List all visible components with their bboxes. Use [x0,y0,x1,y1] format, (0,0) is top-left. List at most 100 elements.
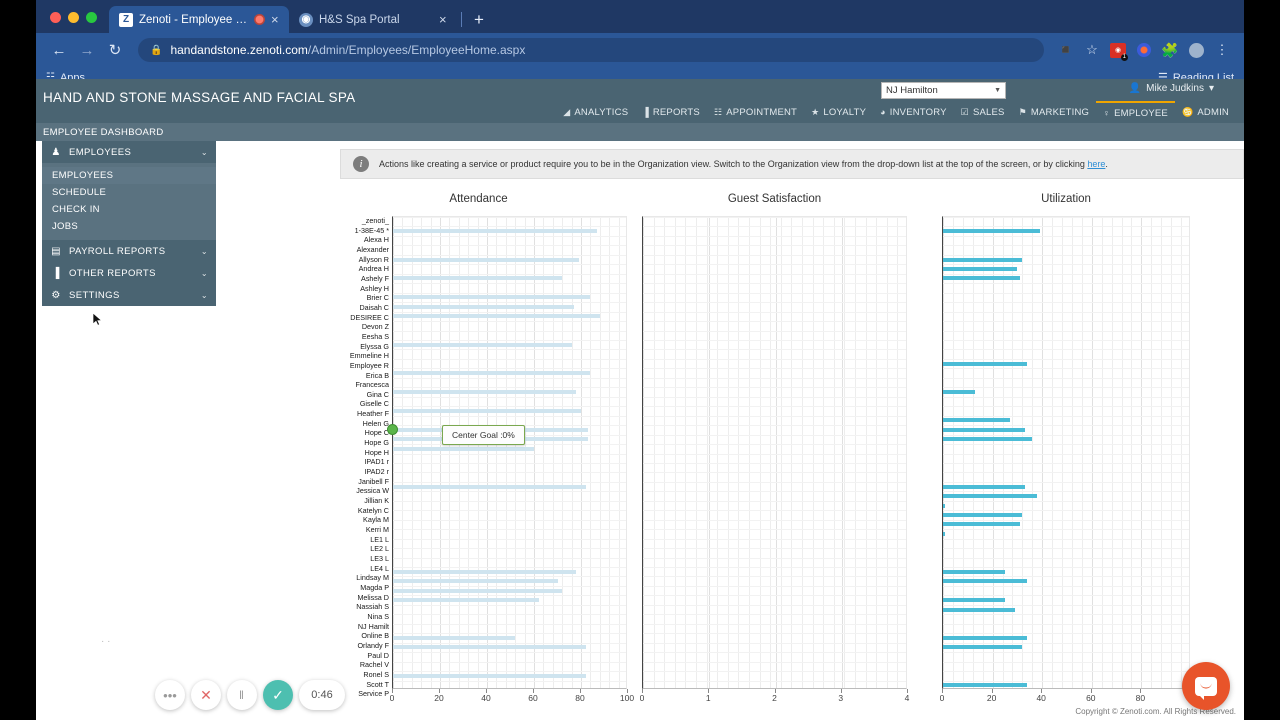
recorder-drag-handle[interactable]: · · [101,636,110,647]
recorder-confirm-button[interactable]: ✓ [263,680,293,710]
sidebar-group-employees[interactable]: ♟ EMPLOYEES ⌄ [42,141,216,163]
bar[interactable] [393,276,563,281]
chat-widget-button[interactable] [1182,662,1230,710]
new-tab-button[interactable]: + [466,11,492,33]
y-axis-tick-label: _zenoti_ [361,216,389,225]
bar[interactable] [393,371,591,376]
back-button[interactable]: ← [46,37,72,63]
bar[interactable] [393,314,600,319]
bar[interactable] [943,503,946,508]
bar[interactable] [393,645,586,650]
bar[interactable] [943,418,1010,423]
bar[interactable] [943,531,946,536]
bar[interactable] [943,512,1023,517]
sidebar-group-payroll-reports[interactable]: ▤ PAYROLL REPORTS ⌄ [42,240,216,262]
sidebar-item-check-in[interactable]: CHECK IN [42,201,216,218]
nav-item-employee[interactable]: ♀ EMPLOYEE [1096,101,1175,123]
maximize-window-button[interactable] [86,12,97,23]
profile-avatar[interactable] [1184,38,1208,62]
nav-item-admin[interactable]: ♋ ADMIN [1175,101,1236,123]
extensions-puzzle-icon[interactable]: 🧩 [1158,38,1182,62]
gridline-horizontal [643,358,906,360]
organization-select[interactable]: NJ Hamilton ▼ [881,82,1006,99]
bar[interactable] [393,342,572,347]
y-axis-tick-label: NJ Hamilt [357,621,389,631]
bar[interactable] [943,361,1028,366]
y-axis-tick-label: Giselle C [359,399,389,409]
bar[interactable] [393,304,574,309]
close-window-button[interactable] [50,12,61,23]
gridline-horizontal [943,510,1189,512]
sidebar-item-schedule[interactable]: SCHEDULE [42,184,216,201]
bar[interactable] [943,390,976,394]
info-banner-period: . [1105,159,1108,169]
bookmark-star-icon[interactable]: ☆ [1080,38,1104,62]
bar[interactable] [393,390,577,394]
bar[interactable] [943,494,1038,499]
bar[interactable] [943,437,1033,442]
bar[interactable] [943,579,1028,584]
sidebar-item-employees[interactable]: EMPLOYEES [42,167,216,184]
screencast-icon[interactable]: ◾ [1054,38,1078,62]
close-tab-icon[interactable]: × [439,13,450,26]
gridline-horizontal [393,519,626,521]
gridline-vertical [1181,217,1183,688]
bar[interactable] [943,427,1025,432]
bar[interactable] [943,683,1028,688]
recorder-more-button[interactable]: ••• [155,680,185,710]
close-tab-icon[interactable]: × [271,13,282,26]
sidebar-group-other-reports[interactable]: ▐ OTHER REPORTS ⌄ [42,262,216,284]
reload-button[interactable]: ↻ [102,37,128,63]
address-bar[interactable]: 🔒 handandstone.zenoti.com/Admin/Employee… [138,38,1044,62]
gridline-horizontal [393,661,626,663]
nav-item-loyalty[interactable]: ★ LOYALTY [804,101,873,123]
nav-item-label: ADMIN [1197,106,1229,118]
chrome-menu-icon[interactable]: ⋮ [1210,38,1234,62]
bar[interactable] [943,229,1040,234]
bar[interactable] [943,267,1018,272]
bar[interactable] [943,569,1005,574]
bar[interactable] [393,295,591,300]
nav-item-appointment[interactable]: ☷ APPOINTMENT [707,101,804,123]
recorder-cancel-button[interactable]: ✕ [191,680,221,710]
bar[interactable] [943,645,1023,650]
info-banner-link[interactable]: here [1087,159,1105,169]
bar[interactable] [393,257,579,262]
nav-item-sales[interactable]: ☑ SALES [954,101,1012,123]
bar[interactable] [943,598,1005,603]
bar[interactable] [943,607,1015,612]
window-traffic-lights[interactable] [36,12,109,33]
bar[interactable] [393,484,586,489]
bar[interactable] [393,588,563,593]
bar[interactable] [943,276,1020,281]
forward-button[interactable]: → [74,37,100,63]
bar[interactable] [943,522,1020,527]
minimize-window-button[interactable] [68,12,79,23]
bar[interactable] [943,257,1023,262]
bar[interactable] [393,673,586,678]
gridline-horizontal [643,481,906,483]
nav-item-reports[interactable]: ▐ REPORTS [635,101,707,123]
nav-item-marketing[interactable]: ⚑ MARKETING [1012,101,1097,123]
nav-item-inventory[interactable]: ◕ INVENTORY [873,101,954,123]
bar[interactable] [393,635,516,640]
bar[interactable] [393,408,581,413]
bar[interactable] [943,635,1028,640]
nav-item-analytics[interactable]: ◢ ANALYTICS [556,101,635,123]
bar[interactable] [393,598,539,603]
nav-icon-sales: ☑ [960,106,969,117]
bar[interactable] [393,229,598,234]
extension-color-icon[interactable] [1132,38,1156,62]
bar[interactable] [943,484,1025,489]
bar[interactable] [393,446,534,451]
sidebar-group-settings[interactable]: ⚙ SETTINGS ⌄ [42,284,216,306]
extension-recorder-icon[interactable]: ◉ 1 [1106,38,1130,62]
chart-title: Guest Satisfaction [727,193,822,205]
bar[interactable] [393,579,558,584]
bar[interactable] [393,569,577,574]
user-menu[interactable]: 👤 Mike Judkins ▾ [1129,83,1214,94]
recorder-pause-button[interactable]: ‖ [227,680,257,710]
browser-tab-zenoti[interactable]: Z Zenoti - Employee Home × [109,6,289,33]
sidebar-item-jobs[interactable]: JOBS [42,218,216,235]
browser-tab-spa-portal[interactable]: ◉ H&S Spa Portal × [289,6,457,33]
